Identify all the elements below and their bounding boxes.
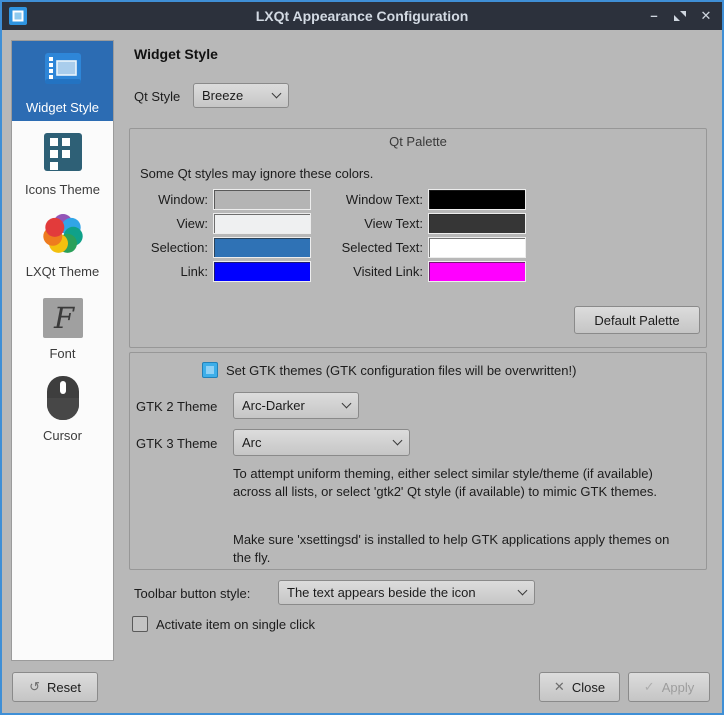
qt-palette-title: Qt Palette — [130, 134, 706, 149]
gtk-groupbox: Set GTK themes (GTK configuration files … — [129, 352, 707, 570]
icons-theme-icon — [39, 128, 87, 176]
view-text-color-swatch[interactable] — [428, 213, 526, 234]
toolbar-style-label: Toolbar button style: — [134, 586, 250, 601]
qt-style-value: Breeze — [202, 88, 243, 103]
palette-label: View Text: — [316, 216, 423, 231]
default-palette-button[interactable]: Default Palette — [574, 306, 700, 334]
close-button[interactable]: ✕ Close — [539, 672, 620, 702]
sidebar-item-label: Font — [49, 346, 75, 361]
app-icon — [9, 7, 27, 25]
palette-label: View: — [138, 216, 208, 231]
widget-style-icon — [39, 46, 87, 94]
qt-palette-groupbox: Qt Palette Some Qt styles may ignore the… — [129, 128, 707, 348]
set-gtk-themes-checkbox[interactable] — [202, 362, 218, 378]
window-controls: – ✕ — [646, 2, 714, 30]
qt-style-select[interactable]: Breeze — [193, 83, 289, 108]
window-body: Widget Style Icons Theme — [4, 30, 720, 711]
selection-color-swatch[interactable] — [213, 237, 311, 258]
visited-link-color-swatch[interactable] — [428, 261, 526, 282]
sidebar-item-label: Widget Style — [26, 100, 99, 115]
window-color-swatch[interactable] — [213, 189, 311, 210]
palette-label: Selected Text: — [316, 240, 423, 255]
cursor-icon — [39, 374, 87, 422]
window-title: LXQt Appearance Configuration — [2, 8, 722, 24]
toolbar-style-select[interactable]: The text appears beside the icon — [278, 580, 535, 605]
qt-style-label: Qt Style — [134, 89, 180, 104]
view-color-swatch[interactable] — [213, 213, 311, 234]
link-color-swatch[interactable] — [213, 261, 311, 282]
undo-icon: ↺ — [29, 679, 40, 695]
sidebar: Widget Style Icons Theme — [11, 40, 114, 661]
close-x-icon: ✕ — [554, 679, 565, 695]
gtk3-theme-select[interactable]: Arc — [233, 429, 410, 456]
titlebar: LXQt Appearance Configuration – ✕ — [2, 2, 722, 30]
selected-text-color-swatch[interactable] — [428, 237, 526, 258]
gtk2-theme-label: GTK 2 Theme — [136, 399, 217, 414]
gtk3-theme-value: Arc — [242, 435, 262, 450]
sidebar-item-label: Icons Theme — [25, 182, 100, 197]
sidebar-item-icons-theme[interactable]: Icons Theme — [12, 123, 113, 203]
sidebar-item-widget-style[interactable]: Widget Style — [12, 41, 113, 121]
gtk2-theme-value: Arc-Darker — [242, 398, 305, 413]
reset-button[interactable]: ↺ Reset — [12, 672, 98, 702]
single-click-checkbox-row[interactable]: Activate item on single click — [132, 616, 315, 632]
close-icon[interactable]: ✕ — [698, 8, 714, 24]
palette-label: Link: — [138, 264, 208, 279]
chevron-down-icon — [272, 89, 282, 99]
gtk-xsettingsd-note: Make sure 'xsettingsd' is installed to h… — [233, 531, 685, 567]
gtk2-theme-select[interactable]: Arc-Darker — [233, 392, 359, 419]
page-title: Widget Style — [134, 46, 218, 62]
font-icon: F — [43, 298, 83, 338]
toolbar-style-value: The text appears beside the icon — [287, 585, 476, 600]
minimize-icon[interactable]: – — [646, 8, 662, 24]
qt-palette-grid: Window: Window Text: View: View Text: Se… — [138, 189, 526, 282]
appearance-window: LXQt Appearance Configuration – ✕ — [0, 0, 724, 715]
gtk3-theme-label: GTK 3 Theme — [136, 436, 217, 451]
svg-text:F: F — [52, 301, 74, 335]
gtk-theming-note: To attempt uniform theming, either selec… — [233, 465, 685, 501]
sidebar-item-cursor[interactable]: Cursor — [12, 369, 113, 449]
window-text-color-swatch[interactable] — [428, 189, 526, 210]
sidebar-item-font[interactable]: F Font — [12, 287, 113, 367]
chevron-down-icon — [342, 399, 352, 409]
sidebar-item-label: Cursor — [43, 428, 82, 443]
single-click-checkbox[interactable] — [132, 616, 148, 632]
qt-palette-note: Some Qt styles may ignore these colors. — [140, 166, 373, 181]
palette-label: Window Text: — [316, 192, 423, 207]
chevron-down-icon — [518, 586, 528, 596]
sidebar-item-lxqt-theme[interactable]: LXQt Theme — [12, 205, 113, 285]
apply-button[interactable]: ✓ Apply — [628, 672, 710, 702]
set-gtk-themes-checkbox-row[interactable]: Set GTK themes (GTK configuration files … — [202, 362, 576, 378]
checkmark-icon: ✓ — [644, 679, 655, 695]
palette-label: Visited Link: — [316, 264, 423, 279]
single-click-label: Activate item on single click — [156, 617, 315, 632]
restore-icon[interactable] — [672, 8, 688, 24]
palette-label: Selection: — [138, 240, 208, 255]
sidebar-item-label: LXQt Theme — [26, 264, 99, 279]
chevron-down-icon — [393, 436, 403, 446]
palette-label: Window: — [138, 192, 208, 207]
set-gtk-themes-label: Set GTK themes (GTK configuration files … — [226, 363, 576, 378]
lxqt-theme-icon — [39, 210, 87, 258]
